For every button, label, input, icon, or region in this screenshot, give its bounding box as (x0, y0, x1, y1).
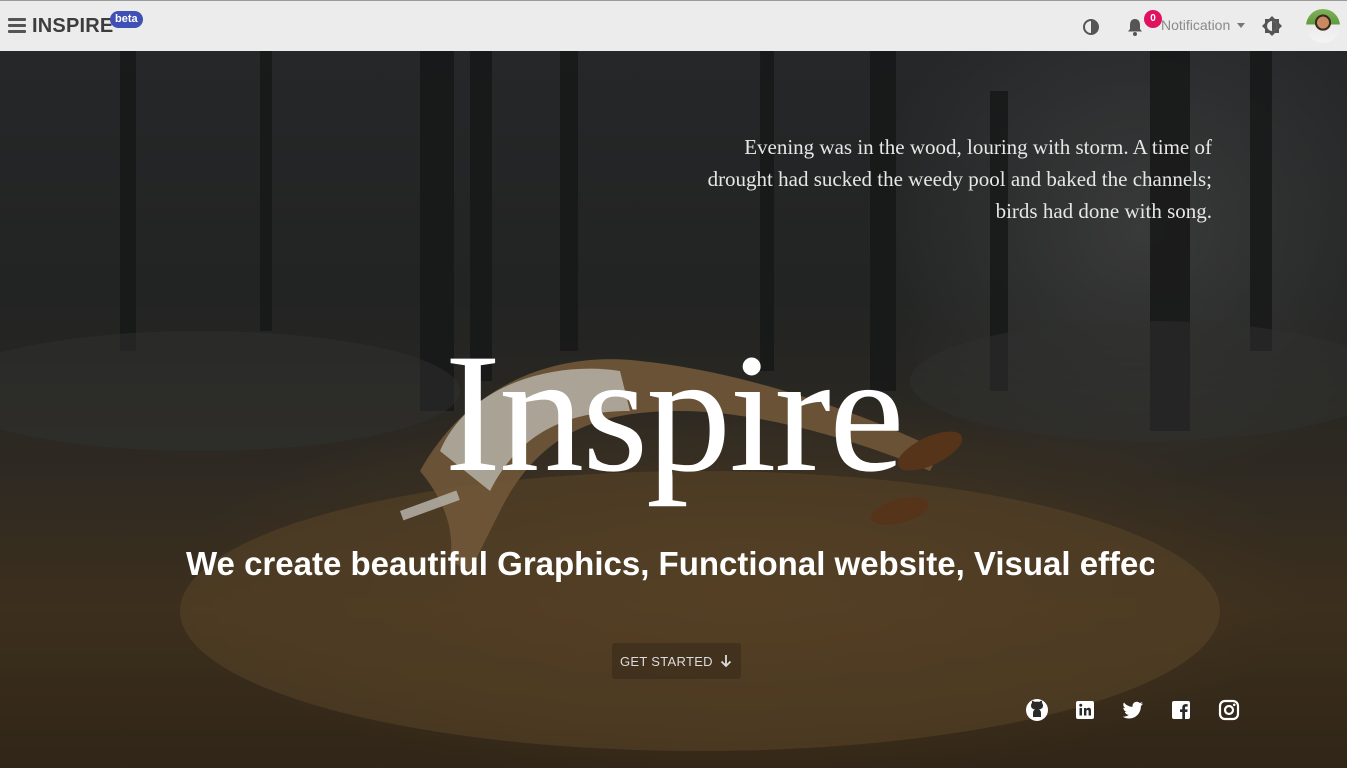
caret-down-icon[interactable] (1237, 23, 1245, 28)
instagram-icon[interactable] (1217, 698, 1241, 722)
notification-count-badge: 0 (1144, 10, 1162, 28)
facebook-icon[interactable] (1169, 698, 1193, 722)
get-started-label: GET STARTED (620, 653, 713, 669)
hero-quote: Evening was in the wood, louring with st… (707, 135, 1212, 223)
github-icon[interactable] (1025, 698, 1049, 722)
bell-icon[interactable] (1125, 16, 1145, 38)
hero-section: Evening was in the wood, louring with st… (0, 51, 1347, 768)
notification-menu[interactable]: Notification (1161, 17, 1230, 33)
brightness-icon[interactable] (1262, 16, 1282, 36)
get-started-button[interactable]: GET STARTED (612, 643, 741, 679)
beta-badge: beta (110, 11, 143, 28)
contrast-icon[interactable] (1082, 18, 1100, 36)
hero-tagline: We create beautiful Graphics, Functional… (186, 545, 1154, 582)
arrow-down-icon (720, 655, 732, 668)
top-app-bar: INSPIRE beta 0 Notification (0, 0, 1347, 51)
user-avatar[interactable] (1306, 9, 1340, 43)
menu-icon[interactable] (8, 18, 26, 34)
linkedin-icon[interactable] (1073, 698, 1097, 722)
brand-logo[interactable]: INSPIRE (32, 15, 113, 38)
twitter-icon[interactable] (1121, 698, 1145, 722)
hero-title: Inspire (444, 319, 904, 507)
